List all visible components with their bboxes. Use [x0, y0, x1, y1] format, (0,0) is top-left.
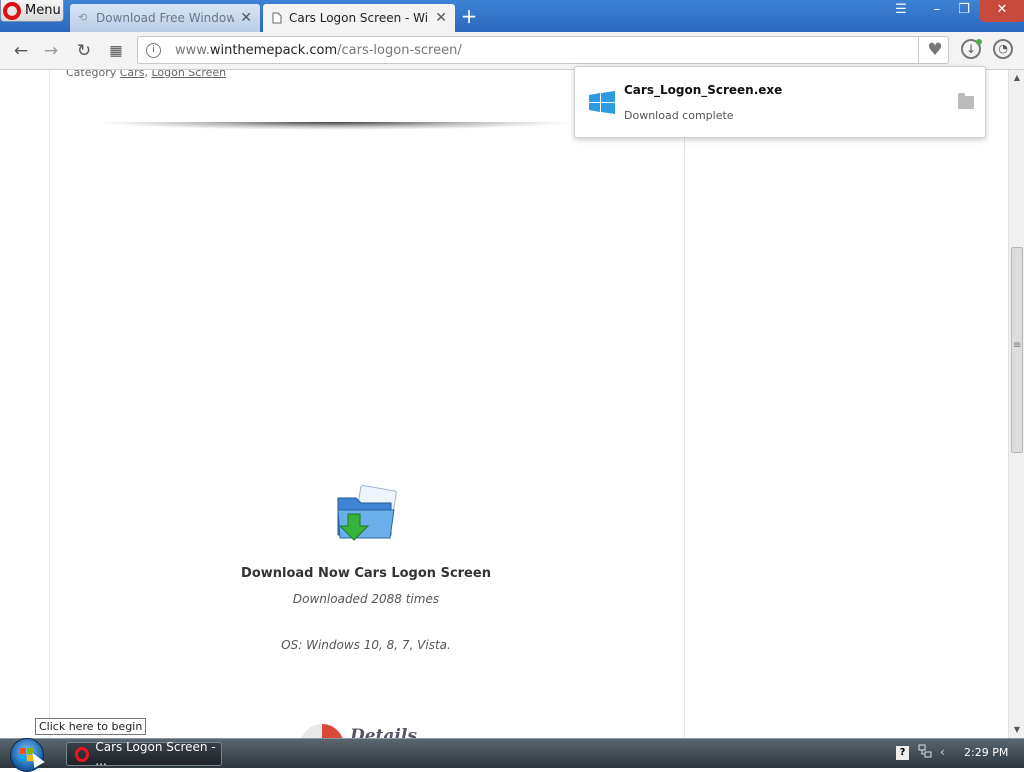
- download-status: Download complete: [624, 109, 734, 122]
- opera-icon: [75, 746, 90, 762]
- url-text[interactable]: www.winthemepack.com/cars-logon-screen/: [175, 43, 462, 58]
- taskbar-window-title: Cars Logon Screen - ...: [95, 740, 216, 768]
- download-count: Downloaded 2088 times: [292, 592, 440, 606]
- opera-logo-icon: [3, 1, 21, 20]
- address-bar[interactable]: i www.winthemepack.com/cars-logon-screen…: [137, 36, 949, 64]
- url-path: /cars-logon-screen/: [337, 43, 462, 58]
- windows-exe-icon: [587, 91, 617, 115]
- site-info-icon[interactable]: i: [146, 43, 161, 58]
- back-button[interactable]: ←: [10, 40, 32, 62]
- divider-shadow: [95, 122, 575, 130]
- start-tooltip: Click here to begin: [35, 718, 147, 735]
- details-label: Details: [350, 726, 417, 738]
- show-in-folder-icon[interactable]: [958, 93, 974, 109]
- account-icon[interactable]: ◔: [993, 39, 1013, 59]
- details-chart-icon: [300, 724, 344, 738]
- tab-download-free-windows-themes[interactable]: ⟲ Download Free Windows 10 Themes ✕: [70, 4, 260, 32]
- os-compatibility: OS: Windows 10, 8, 7, Vista.: [281, 638, 451, 652]
- taskbar-opera-window[interactable]: Cars Logon Screen - ...: [66, 740, 222, 768]
- post-category: Category Cars, Logon Screen: [66, 70, 226, 79]
- download-now-link[interactable]: Download Now Cars Logon Screen: [200, 566, 532, 581]
- category-link-cars[interactable]: Cars: [120, 70, 145, 79]
- page-icon: [271, 12, 283, 24]
- menu-label: Menu: [25, 3, 61, 18]
- web-page: Category Cars, Logon Screen Download Now…: [0, 70, 1008, 738]
- download-popup: Cars_Logon_Screen.exe Download complete: [574, 66, 986, 138]
- help-tray-icon[interactable]: ?: [896, 746, 909, 760]
- scroll-up-arrow[interactable]: ▲: [1009, 70, 1024, 86]
- taskbar-clock[interactable]: 2:29 PM: [964, 746, 1008, 759]
- tab-close-icon[interactable]: ✕: [240, 10, 252, 26]
- new-tab-button[interactable]: +: [458, 6, 480, 26]
- tab-close-icon[interactable]: ✕: [435, 10, 447, 26]
- browser-titlebar: Menu ⟲ Download Free Windows 10 Themes ✕…: [0, 0, 1024, 32]
- speed-dial-button[interactable]: ▦: [105, 40, 127, 62]
- content-border-right: [684, 70, 685, 738]
- opera-menu-button[interactable]: Menu: [0, 0, 64, 22]
- category-label: Category: [66, 70, 117, 79]
- loading-icon: ⟲: [78, 11, 88, 24]
- show-hidden-icons-arrow[interactable]: ‹: [940, 745, 945, 759]
- url-domain: winthemepack.com: [209, 43, 338, 58]
- tab-menu-button[interactable]: ☰: [890, 0, 912, 22]
- reload-button[interactable]: ↻: [73, 40, 95, 62]
- minimize-button[interactable]: –: [926, 0, 948, 22]
- url-prefix: www.: [175, 43, 210, 58]
- windows-taskbar: Cars Logon Screen - ... ? ‹ 2:29 PM: [0, 738, 1024, 772]
- network-tray-icon[interactable]: [918, 743, 932, 761]
- forward-button[interactable]: →: [40, 40, 62, 62]
- download-folder-icon[interactable]: [334, 484, 400, 546]
- tab-title: Download Free Windows 10 Themes: [96, 11, 235, 25]
- content-border-left: [49, 70, 50, 738]
- details-heading: Details: [300, 720, 420, 738]
- category-separator: ,: [144, 70, 148, 79]
- close-window-button[interactable]: ✕: [980, 0, 1024, 22]
- download-filename[interactable]: Cars_Logon_Screen.exe: [624, 83, 782, 97]
- tab-cars-logon-screen[interactable]: Cars Logon Screen - WinthemePack ✕: [263, 4, 455, 32]
- tab-title: Cars Logon Screen - WinthemePack: [289, 11, 429, 25]
- scroll-down-arrow[interactable]: ▼: [1009, 722, 1024, 738]
- scroll-thumb[interactable]: [1011, 247, 1023, 453]
- address-separator: [918, 37, 919, 63]
- bookmark-heart-icon[interactable]: ♥: [924, 40, 946, 60]
- browser-toolbar: ← → ↻ ▦ i www.winthemepack.com/cars-logo…: [0, 32, 1024, 70]
- restore-button[interactable]: ❐: [952, 0, 976, 22]
- download-complete-indicator: [976, 39, 982, 45]
- category-link-logon-screen[interactable]: Logon Screen: [151, 70, 226, 79]
- vertical-scrollbar[interactable]: ▲ ▼: [1008, 70, 1024, 738]
